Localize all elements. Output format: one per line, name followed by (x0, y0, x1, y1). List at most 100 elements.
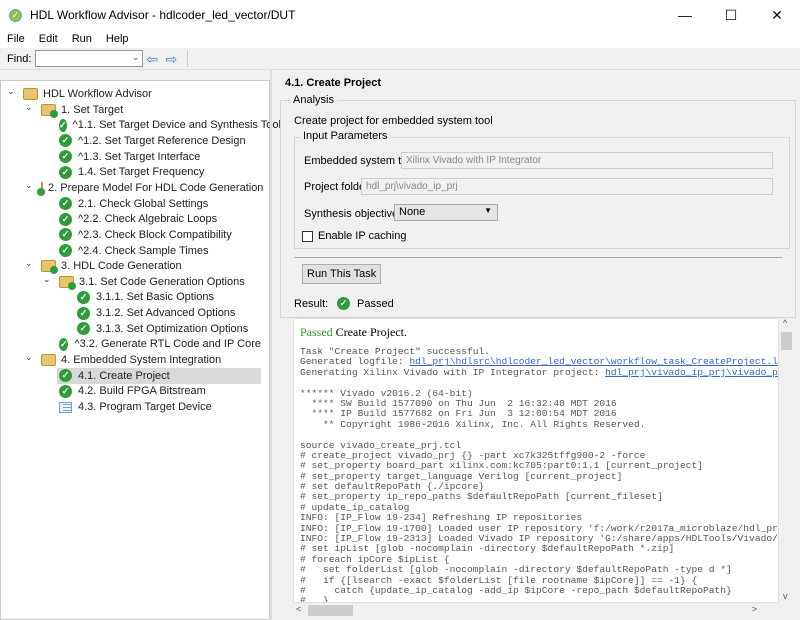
find-label: Find: (7, 52, 32, 65)
scroll-thumb[interactable] (308, 605, 353, 616)
ip-caching-label: Enable IP caching (318, 230, 407, 242)
tree-item[interactable]: ✓ ^3.2. Generate RTL Code and IP Core (57, 336, 261, 352)
menu-file[interactable]: File (0, 33, 32, 45)
log-text: # set_property board_part xilinx.com:kc7… (300, 460, 704, 472)
window-title: HDL Workflow Advisor - hdlcoder_led_vect… (30, 8, 296, 22)
scroll-left-icon[interactable]: < (296, 604, 301, 614)
scroll-thumb[interactable] (781, 332, 792, 350)
tree-item[interactable]: ⌄ 1. Set Target (25, 102, 261, 118)
tree-item[interactable]: ⌄ 2. Prepare Model For HDL Code Generatio… (25, 180, 264, 196)
log-text: source vivado_create_prj.tcl (300, 439, 462, 451)
log-text: # foreach ipCore $ipList { (300, 553, 450, 565)
tree-item-label: ^2.4. Check Sample Times (78, 244, 209, 257)
analysis-label: Analysis (290, 94, 337, 106)
log-text: # set_property target_language Verilog [… (300, 470, 623, 482)
tree-item[interactable]: ✓ ^1.2. Set Target Reference Design (57, 133, 261, 149)
chevron-down-icon[interactable]: ⌄ (25, 352, 33, 363)
log-text: INFO: [IP_Flow 19-2313] Loaded Vivado IP… (300, 533, 779, 545)
project-folder-field[interactable]: hdl_prj\vivado_ip_prj (361, 178, 773, 195)
tree-item[interactable]: ⌄ HDL Workflow Advisor (7, 86, 261, 102)
tree-item-label: ^2.3. Check Block Compatibility (78, 228, 232, 241)
tree-item[interactable]: 4.3. Program Target Device (57, 399, 261, 415)
tree-item[interactable]: ✓ ^1.3. Set Target Interface (57, 149, 261, 165)
tree-item[interactable]: ✓ 3.1.2. Set Advanced Options (75, 305, 261, 321)
check-icon: ✓ (59, 369, 72, 383)
tree-item-label: ^1.1. Set Target Device and Synthesis To… (72, 119, 281, 132)
synthesis-objective-select[interactable]: None ▼ (394, 204, 498, 221)
tree-item-label: ^1.3. Set Target Interface (78, 150, 201, 163)
chevron-down-icon[interactable]: ⌄ (7, 86, 15, 97)
chevron-down-icon[interactable]: ⌄ (43, 274, 51, 285)
tree-item-label: 4.2. Build FPGA Bitstream (78, 385, 206, 398)
scroll-down-icon[interactable]: v (783, 591, 788, 601)
run-this-task-button[interactable]: Run This Task (302, 264, 382, 284)
tree-item-label: 4. Embedded System Integration (61, 354, 222, 367)
tree-item[interactable]: ✓ 1.4. Set Target Frequency (57, 164, 261, 180)
tree-item[interactable]: ⌄ 4. Embedded System Integration (25, 352, 261, 368)
tree-item[interactable]: ⌄ 3.1. Set Code Generation Options (43, 274, 261, 290)
menu-run[interactable]: Run (65, 33, 99, 45)
log-text: Generating Xilinx Vivado with IP Integra… (300, 366, 606, 378)
result-value: Passed (357, 298, 394, 310)
log-text: INFO: [IP_Flow 19-234] Refreshing IP rep… (300, 512, 583, 524)
log-link[interactable]: hdl_prj\vivado_ip_prj\vivado_prj.xpr (605, 367, 778, 378)
tree-item-label: 2. Prepare Model For HDL Code Generation (48, 181, 264, 194)
check-icon: ✓ (59, 384, 72, 398)
tree-item[interactable]: ✓ ^2.3. Check Block Compatibility (57, 227, 261, 243)
tree-item[interactable]: ✓ 3.1.1. Set Basic Options (75, 289, 261, 305)
toolbar-divider (187, 50, 189, 67)
passed-check-icon: ✓ (337, 297, 350, 310)
log-lines: Task "Create Project" successful. Generat… (300, 346, 779, 603)
task-description: Create project for embedded system tool (294, 115, 493, 127)
tool-field[interactable]: Xilinx Vivado with IP Integrator (401, 152, 773, 169)
log-text: # set ipList [glob -nocomplain -director… (300, 543, 675, 555)
forward-arrow-icon[interactable]: ⇨ (165, 52, 181, 66)
tree-item[interactable]: ✓ 4.1. Create Project (57, 367, 261, 384)
log-text: **** IP Build 1577682 on Fri Jun 3 12:00… (300, 408, 617, 420)
list-icon (59, 401, 72, 413)
tree-item-label: 1.4. Set Target Frequency (78, 166, 205, 179)
tree-item[interactable]: ✓ ^2.4. Check Sample Times (57, 243, 261, 259)
tree-item-label: 3.1.2. Set Advanced Options (96, 307, 236, 320)
log-text: # update_ip_catalog (300, 501, 410, 513)
log-link[interactable]: hdl_prj\hdlsrc\hdlcoder_led_vector\workf… (409, 356, 778, 367)
tree-item[interactable]: ✓ ^1.1. Set Target Device and Synthesis T… (57, 117, 281, 133)
maximize-button[interactable]: ☐ (708, 0, 754, 30)
folder-check-icon (59, 275, 76, 290)
menu-edit[interactable]: Edit (32, 33, 65, 45)
tree-item-label: 1. Set Target (61, 103, 124, 116)
divider (294, 257, 782, 258)
back-arrow-icon[interactable]: ⇦ (146, 52, 162, 66)
log-text: **** SW Build 1577090 on Thu Jun 2 16:32… (300, 397, 617, 409)
scroll-right-icon[interactable]: > (752, 604, 757, 614)
minimize-button[interactable]: — (662, 0, 708, 30)
check-icon: ✓ (77, 306, 90, 320)
menu-help[interactable]: Help (99, 33, 136, 45)
tree-item[interactable]: ✓ ^2.2. Check Algebraic Loops (57, 211, 261, 227)
tree-item[interactable]: ✓ 2.1. Check Global Settings (57, 196, 261, 212)
vertical-scrollbar[interactable]: ^ v (779, 318, 794, 603)
folder-check-icon (41, 260, 58, 275)
ip-caching-checkbox[interactable] (302, 231, 313, 242)
folder-icon (41, 354, 56, 367)
chevron-down-icon[interactable]: ⌄ (25, 102, 33, 113)
close-button[interactable]: ✕ (754, 0, 800, 30)
log-line: ** Copyright 1986-2016 Xilinx, Inc. All … (300, 419, 778, 430)
log-text: # } (300, 595, 329, 603)
chevron-down-icon[interactable]: ⌄ (25, 180, 33, 191)
horizontal-scrollbar[interactable]: < > (293, 603, 779, 618)
log-text: # if {[lsearch -exact $folderList [file … (300, 574, 698, 586)
find-input[interactable]: ⌄ (35, 50, 144, 67)
tree-item[interactable]: ⌄ 3. HDL Code Generation (25, 258, 261, 275)
scroll-up-icon[interactable]: ^ (783, 318, 787, 328)
chevron-down-icon[interactable]: ⌄ (25, 258, 33, 269)
log-text: # set defaultRepoPath {./ipcore} (300, 481, 485, 493)
tree-item[interactable]: ✓ 4.2. Build FPGA Bitstream (57, 383, 261, 399)
tree-item[interactable]: ✓ 3.1.3. Set Optimization Options (75, 321, 261, 337)
tree-item-label: ^1.2. Set Target Reference Design (78, 134, 246, 147)
tree-item-label: ^3.2. Generate RTL Code and IP Core (74, 338, 261, 351)
tree-item-label: 3.1.1. Set Basic Options (96, 291, 215, 304)
chevron-down-icon[interactable]: ⌄ (132, 52, 140, 63)
log-heading: Passed Create Project. (300, 325, 407, 339)
log-text: # create_project vivado_prj {} -part xc7… (300, 449, 646, 461)
